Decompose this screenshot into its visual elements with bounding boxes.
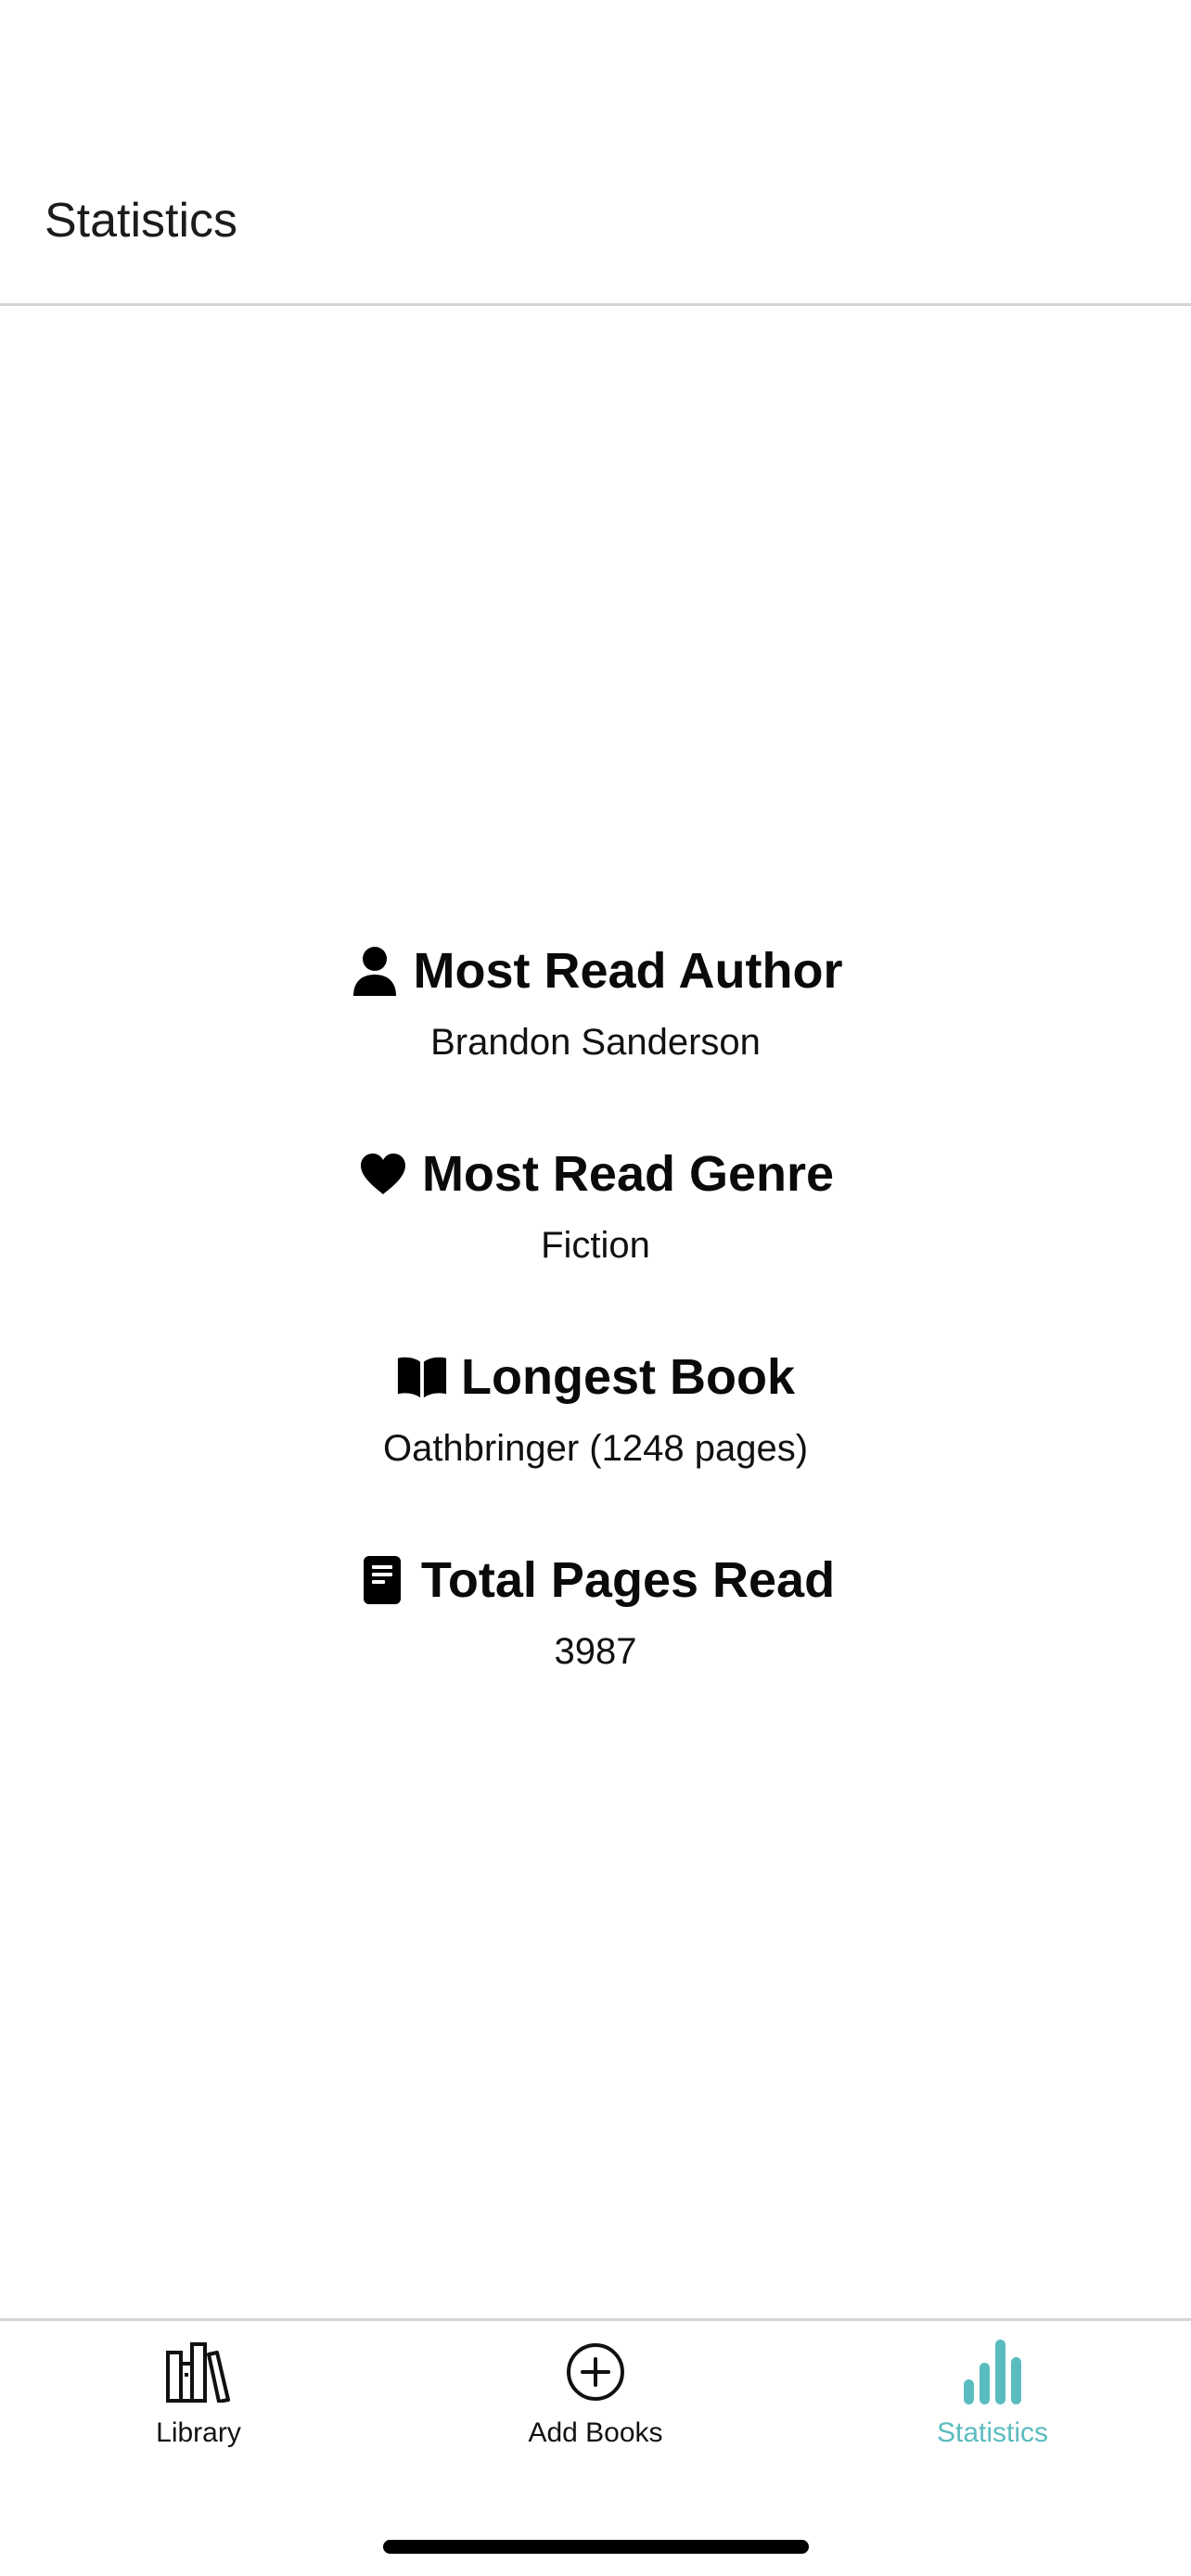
stat-heading: Most Read Genre	[0, 1130, 1191, 1218]
open-book-icon	[396, 1349, 448, 1405]
page-title: Statistics	[45, 194, 238, 248]
tab-statistics[interactable]: Statistics	[794, 2335, 1191, 2474]
tab-library[interactable]: Library	[0, 2335, 397, 2474]
add-circle-icon	[397, 2335, 794, 2409]
tab-label: Library	[156, 2417, 241, 2448]
tab-label: Add Books	[528, 2417, 663, 2448]
stat-most-read-genre: Most Read Genre Fiction	[0, 1130, 1191, 1333]
stat-label: Most Read Author	[413, 943, 843, 999]
book-icon	[356, 1552, 408, 1608]
statistics-list: Most Read Author Brandon Sanderson Most …	[0, 927, 1191, 1740]
stat-value: 3987	[554, 1631, 637, 1672]
home-indicator	[383, 2540, 809, 2554]
tab-add-books[interactable]: Add Books	[397, 2335, 794, 2474]
stat-value: Brandon Sanderson	[430, 1022, 761, 1063]
stat-heading: Longest Book	[0, 1333, 1191, 1421]
stat-label: Most Read Genre	[421, 1146, 835, 1202]
heart-icon	[357, 1146, 409, 1202]
stat-heading: Most Read Author	[0, 927, 1191, 1014]
person-icon	[349, 943, 401, 999]
stat-most-read-author: Most Read Author Brandon Sanderson	[0, 927, 1191, 1130]
stat-longest-book: Longest Book Oathbringer (1248 pages)	[0, 1333, 1191, 1537]
stat-value: Fiction	[541, 1225, 650, 1266]
bar-chart-icon	[794, 2335, 1191, 2409]
stat-heading: Total Pages Read	[0, 1537, 1191, 1624]
header: Statistics	[0, 0, 1191, 306]
stat-total-pages-read: Total Pages Read 3987	[0, 1537, 1191, 1740]
tab-label: Statistics	[936, 2417, 1049, 2448]
stat-label: Longest Book	[461, 1349, 795, 1405]
stat-label: Total Pages Read	[420, 1552, 836, 1608]
tab-bar: Library Add Books Statistics	[0, 2318, 1191, 2576]
library-icon	[0, 2335, 397, 2409]
stat-value: Oathbringer (1248 pages)	[382, 1428, 809, 1469]
